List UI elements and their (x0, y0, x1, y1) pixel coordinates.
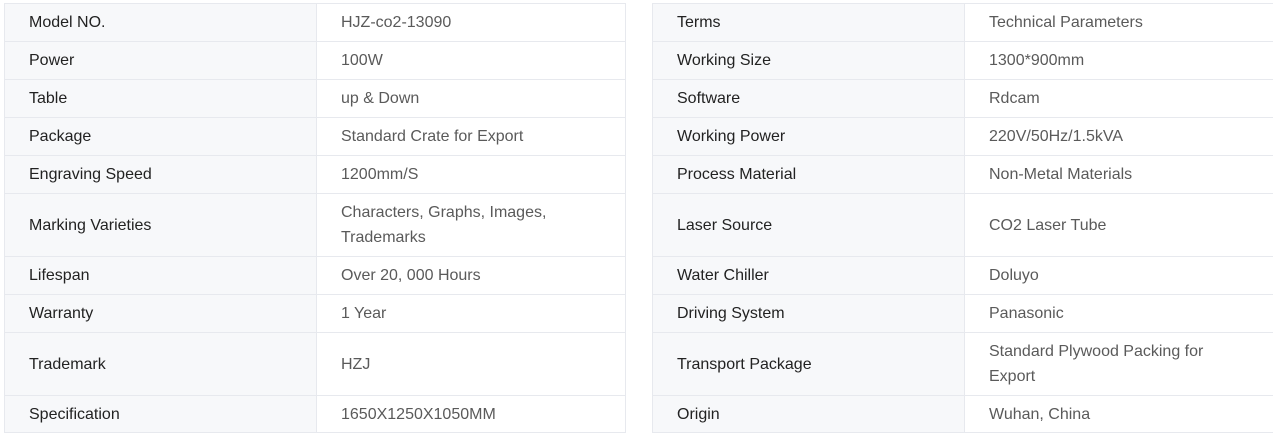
spec-value: CO2 Laser Tube (964, 193, 1273, 257)
product-spec-table-left: Model NO. HJZ-co2-13090 Power 100W Table… (4, 3, 626, 433)
spec-key: Transport Package (652, 332, 965, 396)
table-row: Specification 1650X1250X1050MM (4, 395, 626, 433)
table-row: Working Size 1300*900mm (652, 41, 1273, 80)
spec-key: Software (652, 79, 965, 118)
spec-key: Terms (652, 3, 965, 42)
spec-value: HZJ (316, 332, 626, 396)
spec-value: Characters, Graphs, Images, Trademarks (316, 193, 626, 257)
spec-value: 100W (316, 41, 626, 80)
spec-tables: Model NO. HJZ-co2-13090 Power 100W Table… (0, 0, 1273, 439)
spec-key: Water Chiller (652, 256, 965, 295)
table-row: Table up & Down (4, 79, 626, 118)
table-row: Trademark HZJ (4, 332, 626, 396)
spec-value: Panasonic (964, 294, 1273, 333)
spec-key: Engraving Speed (4, 155, 317, 194)
spec-key: Laser Source (652, 193, 965, 257)
spec-value: Standard Crate for Export (316, 117, 626, 156)
table-row: Origin Wuhan, China (652, 395, 1273, 433)
spec-value: 220V/50Hz/1.5kVA (964, 117, 1273, 156)
spec-key: Working Power (652, 117, 965, 156)
spec-key: Power (4, 41, 317, 80)
spec-value: 1300*900mm (964, 41, 1273, 80)
spec-key: Working Size (652, 41, 965, 80)
table-row: Process Material Non-Metal Materials (652, 155, 1273, 194)
spec-value: Rdcam (964, 79, 1273, 118)
spec-value: Standard Plywood Packing for Export (964, 332, 1273, 396)
spec-value: Technical Parameters (964, 3, 1273, 42)
table-row: Terms Technical Parameters (652, 3, 1273, 42)
product-spec-table-right: Terms Technical Parameters Working Size … (652, 3, 1273, 433)
spec-key: Warranty (4, 294, 317, 333)
spec-value: Over 20, 000 Hours (316, 256, 626, 295)
spec-key: Trademark (4, 332, 317, 396)
spec-key: Package (4, 117, 317, 156)
table-row: Marking Varieties Characters, Graphs, Im… (4, 193, 626, 257)
table-row: Warranty 1 Year (4, 294, 626, 333)
table-row: Lifespan Over 20, 000 Hours (4, 256, 626, 295)
spec-value: 1 Year (316, 294, 626, 333)
spec-value: 1650X1250X1050MM (316, 395, 626, 433)
spec-key: Lifespan (4, 256, 317, 295)
table-row: Engraving Speed 1200mm/S (4, 155, 626, 194)
spec-key: Model NO. (4, 3, 317, 42)
table-row: Water Chiller Doluyo (652, 256, 1273, 295)
spec-value: HJZ-co2-13090 (316, 3, 626, 42)
spec-key: Driving System (652, 294, 965, 333)
table-row: Driving System Panasonic (652, 294, 1273, 333)
spec-value: Doluyo (964, 256, 1273, 295)
spec-key: Marking Varieties (4, 193, 317, 257)
table-row: Software Rdcam (652, 79, 1273, 118)
table-row: Working Power 220V/50Hz/1.5kVA (652, 117, 1273, 156)
spec-key: Process Material (652, 155, 965, 194)
table-row: Power 100W (4, 41, 626, 80)
spec-value: up & Down (316, 79, 626, 118)
spec-key: Origin (652, 395, 965, 433)
table-row: Model NO. HJZ-co2-13090 (4, 3, 626, 42)
table-row: Package Standard Crate for Export (4, 117, 626, 156)
spec-value: Non-Metal Materials (964, 155, 1273, 194)
spec-value: Wuhan, China (964, 395, 1273, 433)
table-row: Transport Package Standard Plywood Packi… (652, 332, 1273, 396)
spec-value: 1200mm/S (316, 155, 626, 194)
spec-key: Specification (4, 395, 317, 433)
table-row: Laser Source CO2 Laser Tube (652, 193, 1273, 257)
spec-key: Table (4, 79, 317, 118)
